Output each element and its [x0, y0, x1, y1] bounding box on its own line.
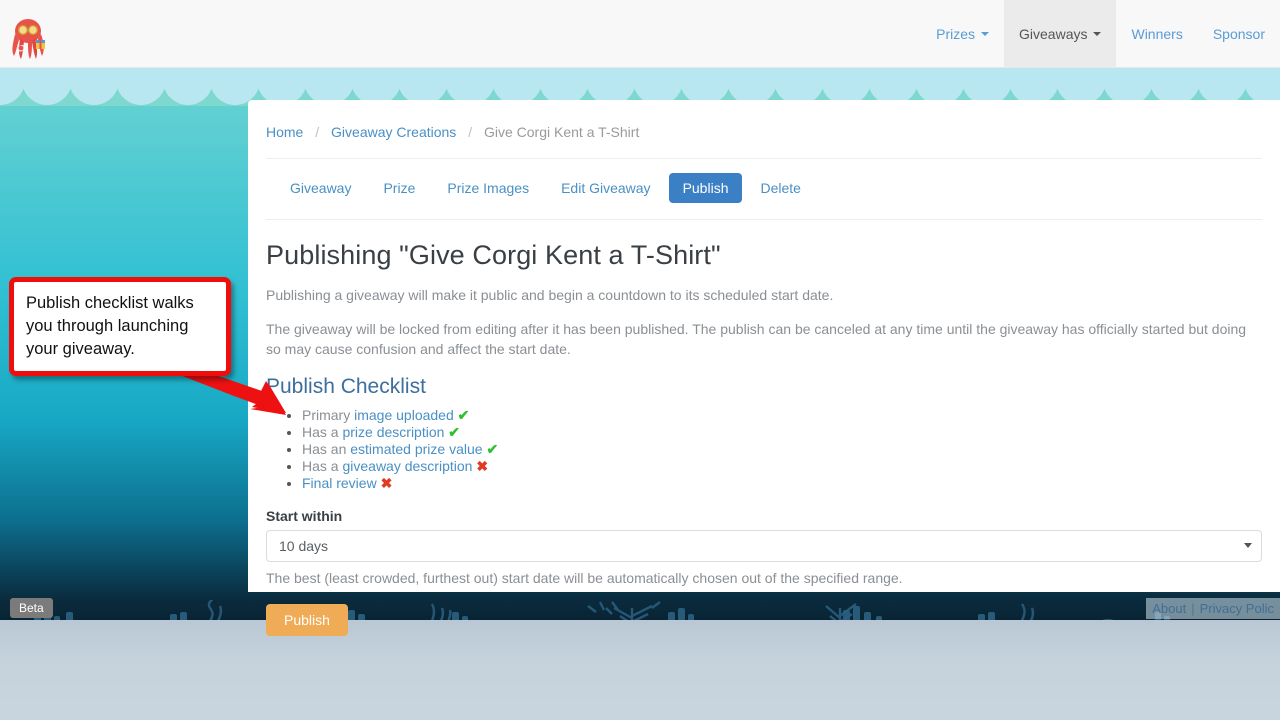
nav-item-giveaways[interactable]: Giveaways — [1004, 0, 1117, 67]
intro-paragraph-2: The giveaway will be locked from editing… — [266, 321, 1247, 357]
breadcrumb: Home / Giveaway Creations / Give Corgi K… — [266, 124, 1262, 159]
footer-links: About | Privacy Polic — [1146, 598, 1280, 619]
publish-checklist: Primary image uploaded ✔ Has a prize des… — [266, 407, 1262, 492]
breadcrumb-home[interactable]: Home — [266, 124, 303, 140]
checklist-item: Has a giveaway description ✖ — [302, 458, 1262, 475]
intro-paragraph-1: Publishing a giveaway will make it publi… — [266, 287, 834, 303]
tab-delete[interactable]: Delete — [746, 173, 814, 203]
nav-item-prizes-label: Prizes — [936, 25, 976, 42]
app-screenshot: Prizes Giveaways Winners Sponsor Home / … — [0, 0, 1280, 720]
breadcrumb-giveaway-creations[interactable]: Giveaway Creations — [331, 124, 456, 140]
nav-item-winners[interactable]: Winners — [1116, 0, 1197, 67]
checklist-item: Final review ✖ — [302, 475, 1262, 492]
start-within-select[interactable]: 10 days — [266, 530, 1262, 562]
breadcrumb-separator: / — [468, 124, 473, 140]
tab-giveaway[interactable]: Giveaway — [276, 173, 365, 203]
annotation-callout: Publish checklist walks you through laun… — [9, 277, 231, 376]
chevron-down-icon — [1244, 543, 1252, 548]
checklist-item-link[interactable]: prize description — [342, 424, 444, 440]
tab-prize[interactable]: Prize — [369, 173, 429, 203]
breadcrumb-separator: / — [315, 124, 320, 140]
checklist-item-prefix: Has a — [302, 424, 343, 440]
checklist-item-link[interactable]: Final review — [302, 475, 377, 491]
checklist-item-prefix: Has a — [302, 458, 343, 474]
breadcrumb-current: Give Corgi Kent a T-Shirt — [483, 124, 640, 140]
cross-icon: ✖ — [380, 475, 393, 491]
footer-privacy-link[interactable]: Privacy Polic — [1200, 601, 1274, 616]
checklist-item-link[interactable]: giveaway description — [342, 458, 472, 474]
checklist-item: Has a prize description ✔ — [302, 424, 1262, 441]
publish-button[interactable]: Publish — [266, 604, 348, 636]
tab-publish[interactable]: Publish — [668, 173, 743, 203]
annotation-callout-text: Publish checklist walks you through laun… — [26, 294, 194, 358]
nav-item-winners-label: Winners — [1131, 25, 1183, 42]
nav-item-prizes[interactable]: Prizes — [921, 0, 1004, 67]
nav-item-sponsor[interactable]: Sponsor — [1198, 0, 1280, 67]
tab-bar: Giveaway Prize Prize Images Edit Giveawa… — [266, 159, 1262, 220]
octopus-logo-icon[interactable] — [8, 16, 52, 62]
check-icon: ✔ — [457, 407, 470, 423]
footer-about-link[interactable]: About — [1152, 601, 1186, 616]
checklist-item: Has an estimated prize value ✔ — [302, 441, 1262, 458]
checklist-item-prefix: Has an — [302, 441, 351, 457]
checklist-item-link[interactable]: image uploaded — [354, 407, 454, 423]
top-navbar: Prizes Giveaways Winners Sponsor — [0, 0, 1280, 68]
check-icon: ✔ — [486, 441, 499, 457]
check-icon: ✔ — [448, 424, 461, 440]
content-panel: Home / Giveaway Creations / Give Corgi K… — [248, 100, 1280, 636]
tab-prize-images[interactable]: Prize Images — [433, 173, 543, 203]
nav-item-sponsor-label: Sponsor — [1212, 25, 1265, 42]
checklist-item-prefix: Primary — [302, 407, 355, 423]
start-within-help-text: The best (least crowded, furthest out) s… — [266, 570, 903, 586]
chevron-down-icon — [981, 31, 990, 36]
chevron-down-icon — [1093, 31, 1102, 36]
cross-icon: ✖ — [476, 458, 489, 474]
start-within-select-wrapper: 10 days — [266, 530, 1262, 562]
publish-checklist-heading: Publish Checklist — [266, 375, 426, 398]
footer-divider: | — [1191, 601, 1195, 616]
tab-edit-giveaway[interactable]: Edit Giveaway — [547, 173, 664, 203]
nav-item-giveaways-label: Giveaways — [1019, 25, 1088, 42]
start-within-label: Start within — [266, 508, 343, 524]
nav-links: Prizes Giveaways Winners Sponsor — [921, 0, 1280, 67]
checklist-item: Primary image uploaded ✔ — [302, 407, 1262, 424]
beta-badge: Beta — [10, 598, 53, 618]
checklist-item-link[interactable]: estimated prize value — [350, 441, 482, 457]
page-title: Publishing "Give Corgi Kent a T-Shirt" — [266, 240, 721, 270]
